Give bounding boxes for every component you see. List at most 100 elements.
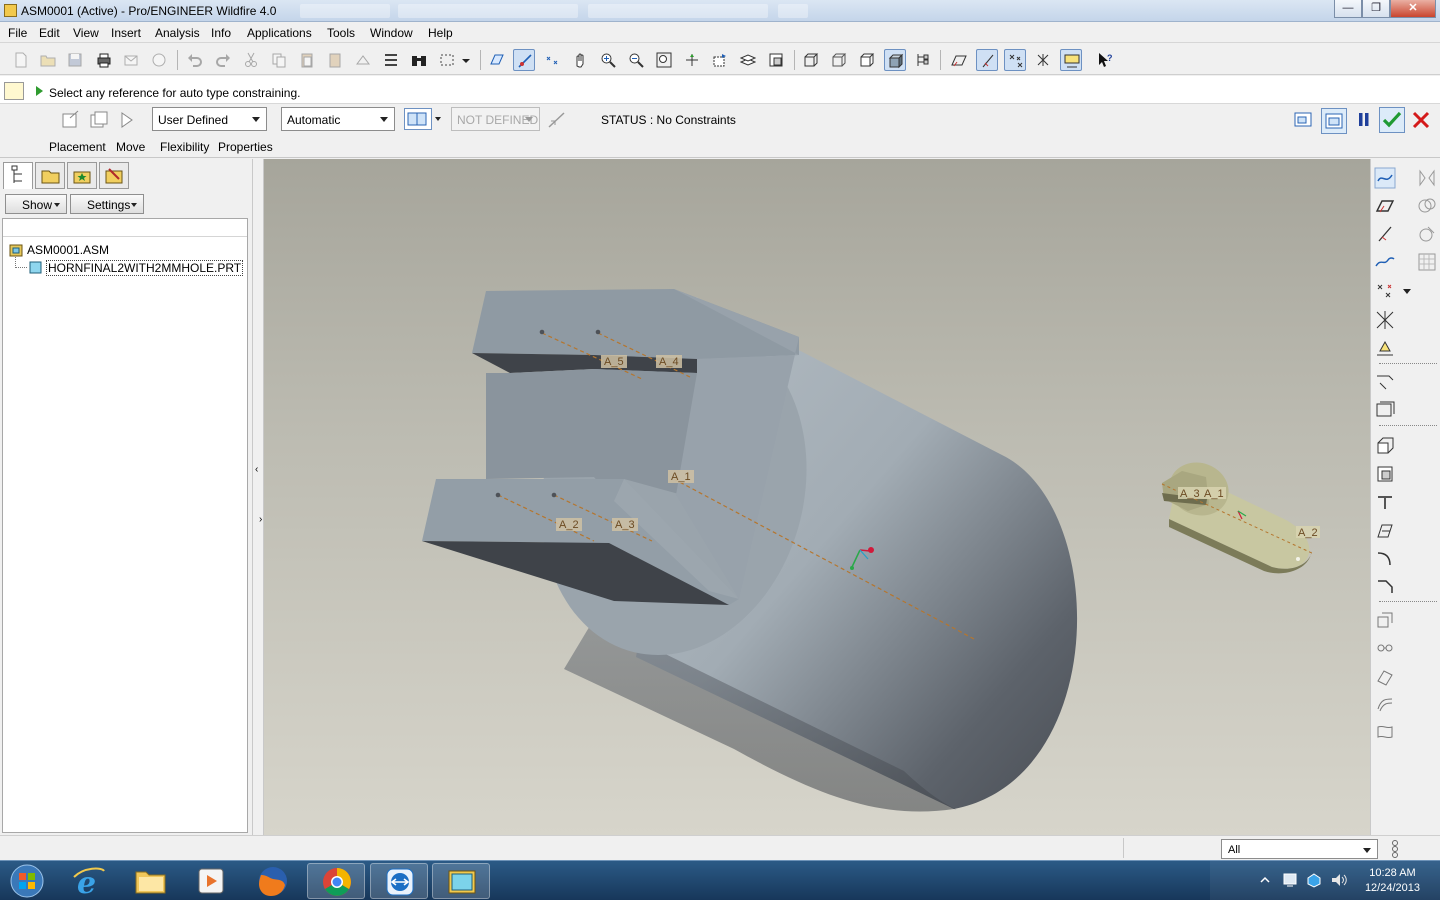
merge-icon[interactable] bbox=[1416, 195, 1438, 217]
saved-views-button[interactable] bbox=[709, 49, 731, 71]
menu-window[interactable]: Window bbox=[370, 26, 413, 40]
graphics-window[interactable]: A_5 A_4 A_1 A_2 A_3 A_3 A_1 A_2 bbox=[264, 159, 1370, 835]
new-file-button[interactable] bbox=[10, 49, 32, 71]
taskbar-internet-explorer[interactable]: e bbox=[60, 863, 118, 900]
zoom-out-button[interactable] bbox=[625, 49, 647, 71]
tab-flexibility[interactable]: Flexibility bbox=[160, 140, 209, 154]
blend-icon[interactable] bbox=[1374, 637, 1396, 659]
mirror-icon[interactable] bbox=[1416, 167, 1438, 189]
pause-button[interactable] bbox=[1355, 109, 1377, 131]
context-help-button[interactable]: ? bbox=[1094, 49, 1116, 71]
cancel-button[interactable] bbox=[1410, 109, 1432, 131]
datum-axis-tool-button[interactable] bbox=[976, 49, 998, 71]
revolve-icon[interactable] bbox=[1374, 463, 1396, 485]
mail-link-button[interactable] bbox=[148, 49, 170, 71]
minimize-button[interactable]: — bbox=[1334, 0, 1362, 18]
panel-splitter[interactable]: ‹ › bbox=[252, 159, 264, 835]
menu-file[interactable]: File bbox=[8, 26, 27, 40]
tab-move[interactable]: Move bbox=[116, 140, 145, 154]
layers-button[interactable] bbox=[737, 49, 759, 71]
use-interface-button[interactable] bbox=[60, 109, 82, 131]
start-button[interactable] bbox=[6, 863, 48, 899]
open-file-button[interactable] bbox=[37, 49, 59, 71]
hidden-line-button[interactable] bbox=[828, 49, 850, 71]
selection-filter-dropdown[interactable]: All bbox=[1221, 839, 1378, 859]
constraint-type-dropdown[interactable]: Automatic bbox=[281, 107, 395, 131]
zoom-in-button[interactable] bbox=[597, 49, 619, 71]
coordinate-system-tool-button[interactable] bbox=[1032, 49, 1054, 71]
show-button[interactable]: Show bbox=[5, 194, 67, 214]
selection-box-button[interactable] bbox=[436, 49, 458, 71]
analysis-tool-button[interactable] bbox=[1060, 49, 1082, 71]
chevron-down-icon[interactable] bbox=[1403, 289, 1411, 295]
point-icon[interactable] bbox=[1374, 281, 1396, 303]
small-axis-label-a1[interactable]: A_1 bbox=[1202, 487, 1226, 500]
axis-label-a4[interactable]: A_4 bbox=[656, 355, 682, 368]
separate-window-button[interactable] bbox=[88, 109, 110, 131]
copy-button[interactable] bbox=[268, 49, 290, 71]
axis-icon[interactable] bbox=[1374, 223, 1396, 245]
cut-button[interactable] bbox=[240, 49, 262, 71]
datum-points-toggle[interactable] bbox=[541, 49, 563, 71]
tab-placement[interactable]: Placement bbox=[49, 140, 106, 154]
menu-info[interactable]: Info bbox=[211, 26, 231, 40]
chamfer-icon[interactable] bbox=[1374, 575, 1396, 597]
show-hidden-icons-icon[interactable] bbox=[1260, 875, 1270, 885]
offset-icon[interactable] bbox=[1374, 665, 1396, 687]
flip-offset-button[interactable] bbox=[546, 109, 568, 131]
mail-button[interactable] bbox=[120, 49, 142, 71]
datum-planes-toggle[interactable] bbox=[486, 49, 508, 71]
tab-connections[interactable] bbox=[99, 162, 129, 189]
taskbar-media-player[interactable] bbox=[182, 863, 240, 899]
sketch-curve-icon[interactable] bbox=[1374, 167, 1396, 189]
menu-applications[interactable]: Applications bbox=[247, 26, 312, 40]
pattern-icon[interactable] bbox=[1416, 251, 1438, 273]
flip-constraint-button[interactable] bbox=[404, 108, 432, 130]
curve-icon[interactable] bbox=[1374, 251, 1396, 273]
shell-icon[interactable] bbox=[1374, 399, 1396, 421]
taskbar-teamviewer[interactable] bbox=[370, 863, 428, 899]
paste-button[interactable] bbox=[296, 49, 318, 71]
plane-icon[interactable] bbox=[1374, 195, 1396, 217]
flag-icon[interactable] bbox=[1374, 721, 1396, 743]
menu-analysis[interactable]: Analysis bbox=[155, 26, 200, 40]
axis-label-a1[interactable]: A_1 bbox=[668, 470, 694, 483]
sweep-icon[interactable] bbox=[1374, 491, 1396, 513]
network-icon[interactable] bbox=[1306, 872, 1322, 888]
menu-tools[interactable]: Tools bbox=[327, 26, 355, 40]
close-button[interactable]: ✕ bbox=[1390, 0, 1436, 18]
tab-properties[interactable]: Properties bbox=[218, 140, 273, 154]
warp-icon[interactable] bbox=[1374, 693, 1396, 715]
axis-label-a2[interactable]: A_2 bbox=[556, 518, 582, 531]
taskbar-explorer[interactable] bbox=[121, 863, 179, 899]
tab-model-tree[interactable] bbox=[3, 162, 33, 189]
traffic-light-icon[interactable] bbox=[1388, 839, 1402, 859]
no-hidden-button[interactable] bbox=[856, 49, 878, 71]
pan-button[interactable] bbox=[569, 49, 591, 71]
restore-button[interactable]: ❐ bbox=[1362, 0, 1390, 18]
round-icon[interactable] bbox=[1374, 547, 1396, 569]
datum-axes-toggle[interactable] bbox=[513, 49, 535, 71]
find-button[interactable] bbox=[408, 49, 430, 71]
extrude-icon[interactable] bbox=[1374, 435, 1396, 457]
undo-button[interactable] bbox=[184, 49, 206, 71]
shading-button[interactable] bbox=[884, 49, 906, 71]
chevron-down-icon[interactable] bbox=[435, 117, 441, 121]
model-tree-toggle[interactable] bbox=[912, 49, 934, 71]
placed-component[interactable] bbox=[1161, 454, 1315, 574]
constraint-set-dropdown[interactable]: User Defined bbox=[152, 107, 267, 131]
taskbar-firefox[interactable] bbox=[244, 863, 302, 899]
taskbar-proengineer[interactable] bbox=[432, 863, 490, 899]
small-axis-label-a2[interactable]: A_2 bbox=[1296, 526, 1320, 539]
rib-icon[interactable] bbox=[1374, 519, 1396, 541]
datum-plane-tool-button[interactable] bbox=[948, 49, 970, 71]
view-manager-button[interactable] bbox=[765, 49, 787, 71]
menu-view[interactable]: View bbox=[73, 26, 99, 40]
settings-button[interactable]: Settings bbox=[70, 194, 144, 214]
datum-point-tool-button[interactable] bbox=[1004, 49, 1026, 71]
wireframe-button[interactable] bbox=[800, 49, 822, 71]
action-center-flag-icon[interactable] bbox=[1282, 872, 1298, 888]
model-canvas[interactable]: A_5 A_4 A_1 A_2 A_3 A_3 A_1 A_2 bbox=[264, 159, 1370, 835]
hole-icon[interactable] bbox=[1374, 371, 1396, 393]
regen-manager-button[interactable] bbox=[380, 49, 402, 71]
